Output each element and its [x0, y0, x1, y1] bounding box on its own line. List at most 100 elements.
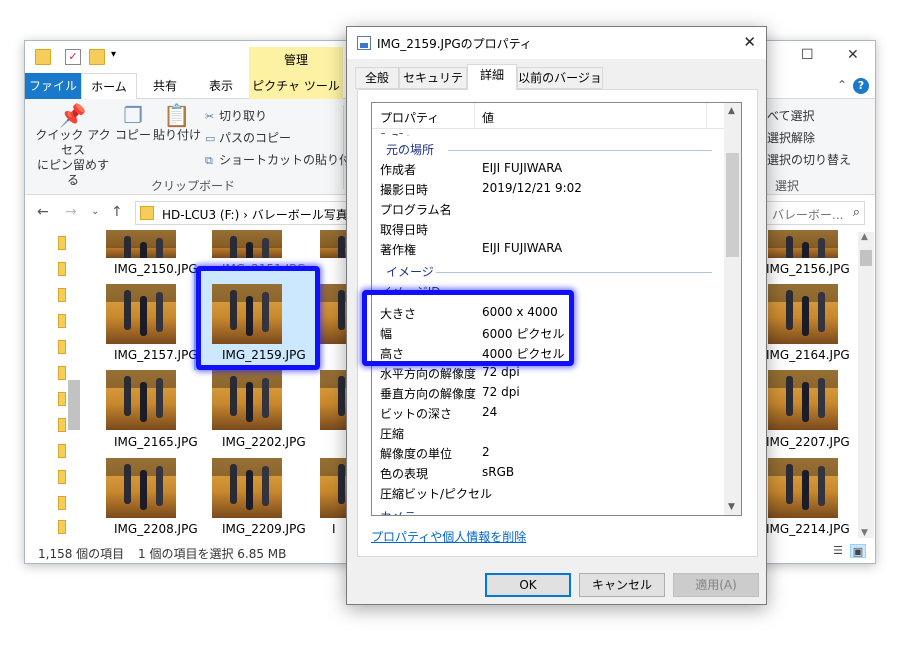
file-name[interactable]: IMG_2157.JPG — [114, 348, 198, 362]
back-arrow-icon[interactable]: ← — [37, 204, 49, 220]
cut-button[interactable]: ✂ 切り取り — [205, 107, 267, 124]
nav-folder-icon[interactable] — [58, 470, 66, 484]
thumbnail-img-2207[interactable] — [768, 370, 838, 430]
file-name[interactable]: IMG_2156.JPG — [766, 262, 850, 276]
nav-folder-icon[interactable] — [58, 418, 66, 432]
nav-folder-icon[interactable] — [58, 262, 66, 276]
thumbnail-img-2165[interactable] — [106, 370, 176, 430]
file-name[interactable]: IMG_2150.JPG — [114, 262, 198, 276]
property-row[interactable]: 圧縮 — [372, 423, 724, 443]
apply-button[interactable]: 適用(A) — [673, 573, 759, 597]
thumbnail-img-2151[interactable] — [212, 230, 282, 258]
scroll-down-icon[interactable]: ▼ — [728, 502, 735, 512]
select-group-label: 選択 — [775, 179, 800, 193]
property-row[interactable]: プログラム名 — [372, 199, 724, 219]
property-row[interactable]: 水平方向の解像度 72 dpi — [372, 363, 724, 383]
file-list-scrollbar[interactable]: ▲ ▼ — [858, 232, 874, 538]
property-row[interactable]: 垂直方向の解像度 72 dpi — [372, 383, 724, 403]
nav-scrollbar-thumb[interactable] — [68, 380, 80, 430]
property-row[interactable]: ビットの深さ 24 — [372, 403, 724, 423]
copy-button[interactable]: ❐ コピー — [115, 106, 151, 143]
dialog-close-button[interactable]: ✕ — [743, 33, 756, 51]
folder-icon[interactable] — [35, 49, 51, 65]
property-row[interactable]: 取得日時 — [372, 219, 724, 239]
nav-folder-icon[interactable] — [58, 236, 66, 250]
thumbnail-partial[interactable] — [320, 458, 346, 518]
property-list-scrollbar[interactable]: ▲ ▼ — [724, 103, 741, 515]
nav-folder-icon[interactable] — [58, 340, 66, 354]
scroll-thumb[interactable] — [726, 153, 739, 257]
qat-dropdown-icon[interactable]: ▾ — [111, 49, 127, 65]
thumbnail-partial[interactable] — [320, 230, 346, 258]
file-name[interactable]: IMG_2164.JPG — [766, 348, 850, 362]
pin-quick-access-button[interactable]: 📌 クイック アクセス にピン留めする — [33, 106, 113, 188]
thumbnail-img-2214[interactable] — [768, 458, 838, 518]
tab-previous-versions[interactable]: 以前のバージョン — [517, 67, 603, 105]
select-all-button[interactable]: べて選択 — [767, 107, 815, 124]
thumbnail-img-2209[interactable] — [212, 458, 282, 518]
cancel-button[interactable]: キャンセル — [579, 573, 665, 597]
invert-selection-button[interactable]: 選択の切り替え — [767, 151, 851, 168]
property-row[interactable]: 色の表現 sRGB — [372, 463, 724, 483]
tab-security[interactable]: セキュリティ — [399, 67, 467, 105]
thumbnail-img-2164[interactable] — [768, 284, 838, 344]
scroll-thumb[interactable] — [860, 250, 872, 266]
scroll-down-icon[interactable]: ▼ — [861, 528, 868, 538]
up-arrow-icon[interactable]: ↑ — [111, 204, 123, 220]
details-view-icon[interactable]: ☰ — [830, 544, 846, 558]
new-folder-icon[interactable] — [89, 49, 105, 65]
thumbnail-img-2157[interactable] — [106, 284, 176, 344]
ok-button[interactable]: OK — [485, 573, 571, 597]
file-name-partial[interactable]: I — [332, 522, 336, 536]
file-name[interactable]: IMG_2202.JPG — [222, 435, 306, 449]
forward-arrow-icon[interactable]: → — [65, 204, 77, 220]
paste-button[interactable]: 📋 貼り付け — [153, 106, 201, 143]
header-property[interactable]: プロパティ — [380, 109, 439, 126]
header-value[interactable]: 値 — [482, 109, 494, 126]
copy-path-button[interactable]: ▭ パスのコピー — [205, 129, 291, 146]
remove-properties-link[interactable]: プロパティや個人情報を削除 — [371, 528, 526, 545]
recent-locations-icon[interactable]: ⌄ — [91, 206, 99, 217]
nav-folder-icon[interactable] — [58, 314, 66, 328]
tab-view[interactable]: 表示 — [193, 73, 249, 99]
tab-file[interactable]: ファイル — [25, 73, 81, 99]
file-name[interactable]: IMG_2208.JPG — [114, 522, 198, 536]
nav-folder-icon[interactable] — [58, 496, 66, 510]
tab-details[interactable]: 詳細 — [467, 64, 517, 90]
nav-folder-icon[interactable] — [58, 444, 66, 458]
collapse-ribbon-icon[interactable]: ⌃ — [837, 78, 847, 92]
thumbnail-img-2208[interactable] — [106, 458, 176, 518]
thumbnail-img-2202[interactable] — [212, 370, 282, 430]
maximize-button[interactable]: ☐ — [801, 47, 814, 63]
file-name[interactable]: IMG_2165.JPG — [114, 435, 198, 449]
tab-picture-tools[interactable]: ピクチャ ツール — [249, 73, 343, 99]
search-input[interactable]: バレーボー... ⌕ — [765, 201, 865, 225]
help-icon[interactable]: ? — [853, 78, 869, 94]
nav-folder-icon[interactable] — [58, 288, 66, 302]
close-button[interactable]: ✕ — [847, 47, 859, 63]
scroll-up-icon[interactable]: ▲ — [861, 232, 868, 242]
nav-folder-icon[interactable] — [58, 366, 66, 380]
properties-icon[interactable]: ✓ — [65, 49, 81, 65]
property-row[interactable]: 作成者 EIJI FUJIWARA — [372, 159, 724, 179]
file-name[interactable]: IMG_2209.JPG — [222, 522, 306, 536]
tab-general[interactable]: 全般 — [355, 67, 399, 89]
thumbnail-img-2150[interactable] — [106, 230, 176, 258]
thumbnail-partial[interactable] — [320, 370, 346, 430]
paste-shortcut-button[interactable]: ⧉ ショートカットの貼り付け — [205, 151, 363, 168]
tab-home[interactable]: ホーム — [81, 73, 137, 100]
thumbnail-partial[interactable] — [320, 284, 346, 344]
file-name[interactable]: IMG_2214.JPG — [766, 522, 850, 536]
property-row[interactable]: 解像度の単位 2 — [372, 443, 724, 463]
tab-share[interactable]: 共有 — [137, 73, 193, 99]
property-row[interactable]: 著作権 EIJI FUJIWARA — [372, 239, 724, 259]
large-icons-view-icon[interactable]: ▣ — [850, 544, 866, 558]
thumbnail-img-2156[interactable] — [768, 230, 838, 258]
file-name[interactable]: IMG_2207.JPG — [766, 435, 850, 449]
property-row[interactable]: 圧縮ビット/ピクセル — [372, 483, 724, 503]
select-none-button[interactable]: 選択解除 — [767, 129, 815, 146]
nav-folder-icon[interactable] — [58, 392, 66, 406]
property-row[interactable]: 撮影日時 2019/12/21 9:02 — [372, 179, 724, 199]
scroll-up-icon[interactable]: ▲ — [728, 106, 735, 116]
nav-folder-icon[interactable] — [58, 520, 66, 534]
